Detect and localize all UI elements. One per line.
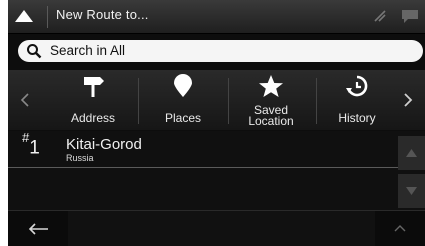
divider	[316, 78, 317, 124]
result-country: Russia	[66, 153, 94, 163]
app-window: New Route to... Search in All Address Pl…	[8, 0, 425, 246]
history-clock-icon	[346, 75, 368, 97]
chevron-up-icon	[394, 225, 406, 232]
bottom-bar	[8, 210, 425, 246]
category-address[interactable]: Address	[58, 70, 128, 130]
expand-menu-button[interactable]	[375, 211, 425, 246]
star-icon	[259, 75, 283, 97]
scroll-up-button[interactable]	[398, 136, 425, 170]
category-label: Address	[70, 111, 116, 125]
divider	[47, 6, 48, 28]
search-label: Search in All	[50, 43, 126, 58]
category-places[interactable]: Places	[148, 70, 218, 130]
category-history[interactable]: History	[322, 70, 392, 130]
collapse-up-icon[interactable]	[14, 8, 34, 24]
divider	[138, 78, 139, 124]
category-label: History	[338, 111, 376, 125]
category-label: Places	[164, 111, 202, 125]
results-list: #1 Kitai-Gorod Russia	[8, 130, 425, 210]
signpost-icon	[84, 77, 104, 97]
message-icon[interactable]	[400, 8, 420, 24]
search-field[interactable]: Search in All	[18, 40, 423, 62]
category-label: Saved Location	[248, 103, 294, 128]
page-title: New Route to...	[56, 7, 149, 22]
search-icon	[27, 44, 42, 59]
divider	[228, 78, 229, 124]
rank-label: #1	[22, 130, 40, 159]
back-button[interactable]	[8, 211, 68, 246]
top-bar: New Route to...	[8, 0, 425, 34]
chevron-left-icon[interactable]	[8, 70, 42, 130]
chevron-up-icon	[406, 149, 417, 157]
arrow-left-icon	[28, 223, 48, 235]
result-name: Kitai-Gorod	[66, 136, 142, 153]
list-item[interactable]: #1 Kitai-Gorod Russia	[8, 130, 398, 168]
scroll-down-button[interactable]	[398, 174, 425, 208]
chevron-down-icon	[406, 187, 417, 195]
category-saved-location[interactable]: Saved Location	[234, 70, 308, 130]
chevron-right-icon[interactable]	[391, 70, 425, 130]
gps-signal-icon	[374, 10, 386, 22]
navigation-screen: New Route to... Search in All Address Pl…	[0, 0, 425, 246]
location-pin-icon	[174, 74, 192, 97]
category-bar: Address Places Saved Location History	[8, 70, 425, 130]
